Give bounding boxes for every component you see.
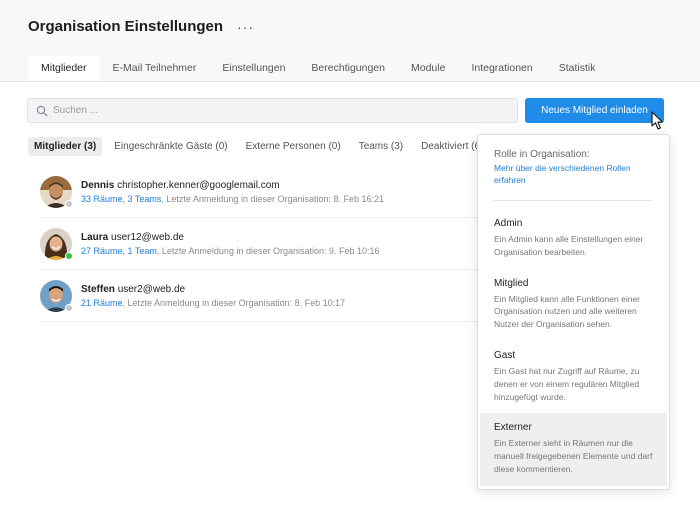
role-option-externer[interactable]: Externer Ein Externer sieht in Räumen nu… — [480, 413, 667, 486]
avatar — [40, 175, 73, 208]
tabs-divider — [0, 81, 700, 82]
roles-info-link[interactable]: Mehr über die verschiedenen Rollen erfah… — [494, 162, 653, 186]
member-email: user2@web.de — [117, 283, 186, 295]
settings-tabs: Mitglieder E-Mail Teilnehmer Einstellung… — [28, 56, 700, 82]
more-options-icon[interactable]: ··· — [237, 19, 254, 35]
status-dot — [65, 251, 73, 260]
member-rooms-link[interactable]: 33 Räume, 3 Teams — [81, 194, 161, 204]
list-item[interactable]: Steffen user2@web.de 21 Räume, Letzte An… — [40, 270, 490, 322]
search-icon — [36, 105, 48, 116]
avatar — [40, 227, 73, 260]
tab-integrationen[interactable]: Integrationen — [458, 56, 545, 82]
member-name: Dennis — [81, 179, 115, 191]
role-option-gast[interactable]: Gast Ein Gast hat nur Zugriff auf Räume,… — [480, 341, 667, 413]
subtab-eingeschraenkte-gaeste[interactable]: Eingeschränkte Gäste (0) — [108, 137, 233, 156]
member-last-login: , Letzte Anmeldung in dieser Organisatio… — [161, 193, 385, 204]
tab-einstellungen[interactable]: Einstellungen — [209, 56, 298, 82]
invite-member-button[interactable]: Neues Mitglied einladen — [525, 98, 664, 123]
avatar — [40, 279, 73, 312]
tab-mitglieder[interactable]: Mitglieder — [28, 56, 100, 82]
role-option-admin[interactable]: Admin Ein Admin kann alle Einstellungen … — [480, 209, 667, 269]
list-item[interactable]: Laura user12@web.de 27 Räume, 1 Team, Le… — [40, 218, 490, 270]
member-filter-tabs: Mitglieder (3) Eingeschränkte Gäste (0) … — [28, 137, 520, 156]
member-rooms-link[interactable]: 21 Räume — [81, 298, 123, 308]
member-name: Steffen — [81, 283, 115, 295]
member-email: user12@web.de — [111, 231, 184, 243]
page-header: Organisation Einstellungen ··· — [28, 18, 254, 35]
tab-berechtigungen[interactable]: Berechtigungen — [298, 56, 398, 82]
member-info: Steffen user2@web.de 21 Räume, Letzte An… — [81, 284, 345, 308]
member-info: Dennis christopher.kenner@googlemail.com… — [81, 180, 384, 204]
tab-module[interactable]: Module — [398, 56, 458, 82]
role-dropdown: Rolle in Organisation: Mehr über die ver… — [477, 134, 670, 490]
list-item[interactable]: Dennis christopher.kenner@googlemail.com… — [40, 166, 490, 218]
search-box[interactable] — [27, 98, 518, 123]
member-list: Dennis christopher.kenner@googlemail.com… — [40, 166, 490, 322]
subtab-externe-personen[interactable]: Externe Personen (0) — [240, 137, 347, 156]
member-last-login: , Letzte Anmeldung in dieser Organisatio… — [122, 297, 346, 308]
member-last-login: , Letzte Anmeldung in dieser Organisatio… — [156, 245, 380, 256]
member-info: Laura user12@web.de 27 Räume, 1 Team, Le… — [81, 232, 380, 256]
member-rooms-link[interactable]: 27 Räume, 1 Team — [81, 246, 157, 256]
page-title: Organisation Einstellungen — [28, 18, 224, 35]
status-dot — [65, 199, 73, 208]
subtab-mitglieder[interactable]: Mitglieder (3) — [28, 137, 103, 156]
mouse-cursor-icon — [651, 111, 664, 130]
role-option-mitglied[interactable]: Mitglied Ein Mitglied kann alle Funktion… — [480, 269, 667, 341]
status-dot — [65, 303, 73, 312]
tab-email-teilnehmer[interactable]: E-Mail Teilnehmer — [100, 56, 210, 82]
member-email: christopher.kenner@googlemail.com — [117, 179, 280, 191]
member-name: Laura — [81, 231, 109, 243]
subtab-teams[interactable]: Teams (3) — [353, 137, 409, 156]
role-dropdown-title: Rolle in Organisation: — [494, 149, 590, 160]
search-input[interactable] — [53, 105, 493, 116]
tab-statistik[interactable]: Statistik — [546, 56, 609, 82]
